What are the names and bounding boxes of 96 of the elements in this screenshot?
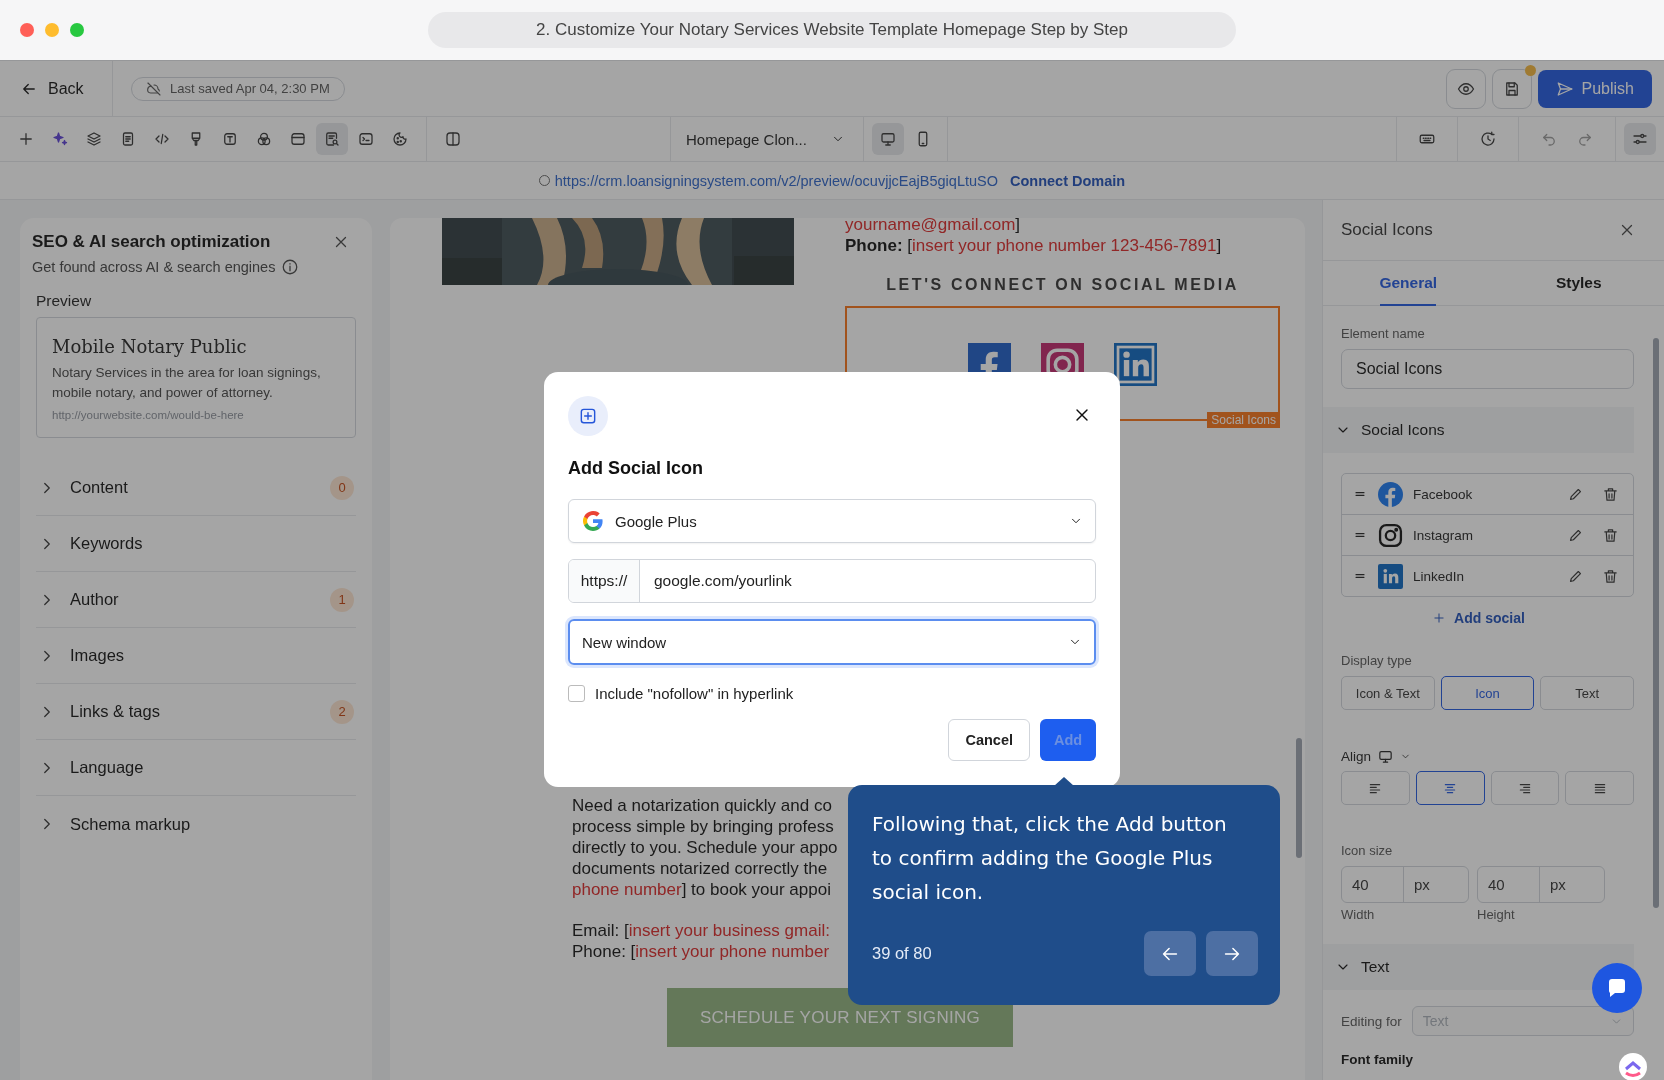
align-option[interactable] — [1415, 771, 1485, 805]
checkbox[interactable] — [568, 685, 585, 702]
window-close-button[interactable] — [20, 23, 34, 37]
field-label: Font family — [1341, 1052, 1414, 1067]
preview-button[interactable] — [1445, 68, 1486, 109]
toolbar-button[interactable] — [316, 123, 348, 155]
sparkle-icon — [51, 130, 69, 148]
step-counter: 39 of 80 — [872, 944, 933, 963]
element-label: Social Icons — [1207, 412, 1280, 428]
url-field[interactable]: https:// google.com/yourlink — [568, 559, 1096, 603]
preview-title: Mobile Notary Public — [52, 336, 248, 357]
preview-description: Notary Services in the area for loan signings, mobile notary, and power of attorney. — [52, 364, 322, 402]
size-field[interactable]: 40 px — [1477, 866, 1605, 903]
split-view-icon — [444, 130, 462, 148]
display-type-option[interactable]: Text — [1540, 676, 1634, 710]
send-icon — [1555, 79, 1574, 98]
social-list-item[interactable]: Facebook — [1342, 474, 1633, 515]
checkbox-label: Include "nofollow" in hyperlink — [595, 685, 794, 702]
page-dropdown[interactable]: Homepage Clon... — [670, 117, 864, 161]
field-label: Icon size — [1341, 843, 1394, 858]
back-button[interactable]: Back — [0, 61, 113, 116]
facebook-icon — [1378, 481, 1403, 507]
connect-domain-link[interactable]: Connect Domain — [1010, 172, 1126, 189]
scrollbar[interactable] — [1653, 338, 1659, 908]
terminal-icon — [357, 130, 375, 148]
next-button[interactable] — [1206, 931, 1258, 976]
scrollbar[interactable] — [1296, 738, 1302, 858]
document-search-icon — [323, 130, 341, 148]
desktop-icon — [1377, 748, 1395, 765]
trash-icon — [1602, 485, 1619, 503]
toolbar-button[interactable] — [1624, 123, 1656, 155]
body-paragraph: Email: [insert your business gmail: Phone: [insert your phone number — [572, 920, 830, 962]
element-name-field[interactable]: Social Icons — [1341, 349, 1634, 389]
device-button[interactable] — [872, 123, 904, 155]
field-caption: Width — [1341, 907, 1376, 922]
count-badge: 0 — [330, 475, 354, 500]
plus-icon — [17, 130, 35, 148]
panel-title: Social Icons — [1341, 220, 1433, 240]
body-paragraph: Need a notarization quickly and co process simple by bringing profess directly to you. Schedule your appo documents notarized correctly the phone number] to book your appoi — [572, 795, 838, 900]
cancel-button[interactable]: Cancel — [948, 719, 1030, 761]
contact-line: yourname@gmail.com] — [845, 218, 1022, 235]
count-badge: 1 — [330, 587, 354, 612]
add-square-icon — [578, 406, 598, 426]
accordion-item[interactable]: Schema markup — [36, 796, 356, 852]
display-type-option[interactable]: Icon — [1440, 676, 1535, 710]
accordion-item[interactable]: Links & tags 2 — [36, 684, 356, 740]
panel-title: SEO & AI search optimization — [32, 232, 271, 252]
instagram-icon — [1378, 522, 1403, 548]
trash-icon — [1602, 567, 1619, 585]
accordion-item[interactable]: Images — [36, 628, 356, 684]
save-status-text: Last saved Apr 04, 2:30 PM — [170, 81, 330, 96]
info-icon — [281, 258, 300, 276]
plus-icon — [1432, 611, 1447, 625]
window-title: 2. Customize Your Notary Services Website Template Homepage Step by Step — [428, 12, 1236, 48]
text-icon — [221, 130, 239, 148]
preview-url: http://yourwebsite.com/would-be-here — [52, 409, 245, 421]
cloud-off-icon — [146, 80, 162, 97]
count-badge: 2 — [330, 699, 354, 724]
publish-button[interactable]: Publish — [1537, 69, 1652, 108]
layers-icon — [85, 130, 103, 148]
field-label: Editing for — [1341, 1013, 1402, 1029]
social-list-item[interactable]: LinkedIn — [1342, 556, 1633, 596]
field-label: Element name — [1341, 326, 1426, 341]
add-social-button[interactable]: Add social — [1426, 609, 1531, 627]
window-icon — [289, 130, 307, 148]
previous-button[interactable] — [1144, 931, 1196, 976]
circles-icon — [255, 130, 273, 148]
tab[interactable]: General — [1323, 261, 1494, 305]
dialog-title: Add Social Icon — [568, 458, 705, 479]
section-heading: LET'S CONNECT ON SOCIAL MEDIA — [885, 276, 1240, 294]
accordion-item[interactable]: Keywords — [36, 516, 356, 572]
field-label: Display type — [1341, 653, 1413, 668]
social-list-item[interactable]: Instagram — [1342, 515, 1633, 556]
section-header[interactable]: Text — [1323, 944, 1634, 990]
trash-icon — [1602, 526, 1619, 544]
field-label: Align — [1341, 749, 1372, 764]
accordion-item[interactable]: Author 1 — [36, 572, 356, 628]
linkedin-icon — [1378, 563, 1403, 589]
tab[interactable]: Styles — [1493, 261, 1664, 305]
history-icon — [1479, 130, 1497, 148]
google-icon — [581, 509, 605, 533]
display-type-option[interactable]: Icon & Text — [1341, 676, 1435, 710]
tooltip-text: Following that, click the Add button to confirm adding the Google Plus social icon. — [872, 811, 1228, 906]
target-select[interactable]: New window — [568, 619, 1096, 665]
preview-link[interactable]: https://crm.loansigningsystem.com/v2/preview/ocuvjjcEajB5giqLtuSO — [538, 172, 998, 189]
cookie-icon — [391, 130, 409, 148]
desktop-icon — [879, 130, 897, 148]
accordion-item[interactable]: Content 0 — [36, 460, 356, 516]
section-header[interactable]: Social Icons — [1323, 407, 1634, 453]
contact-line: Phone: [insert your phone number 123-456-7891] — [845, 235, 1223, 256]
accordion-item[interactable]: Language — [36, 740, 356, 796]
size-field[interactable]: 40 px — [1341, 866, 1469, 903]
panel-subtitle: Get found across AI & search engines — [32, 259, 276, 275]
field-caption: Height — [1477, 907, 1516, 922]
network-select[interactable]: Google Plus — [568, 499, 1096, 543]
preview-label: Preview — [36, 292, 93, 310]
